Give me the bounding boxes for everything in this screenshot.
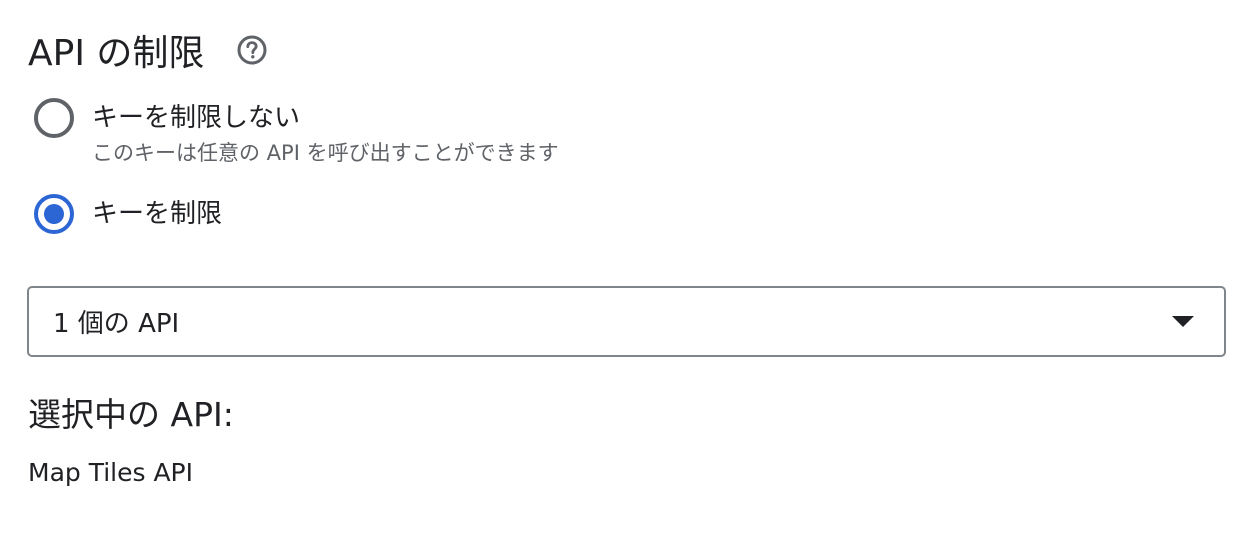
- radio-description-unrestricted: このキーは任意の API を呼び出すことができます: [92, 141, 559, 165]
- selected-api-item: Map Tiles API: [28, 458, 194, 487]
- api-restrictions-panel: API の制限 キーを制限しない このキーは任意の API を呼び出すことができ…: [0, 0, 1256, 546]
- radio-button-unrestricted[interactable]: [34, 98, 74, 138]
- section-header: API の制限: [28, 24, 268, 76]
- arrow-drop-down-icon: [1172, 316, 1194, 327]
- help-icon[interactable]: [236, 34, 268, 66]
- selected-apis-heading: 選択中の API:: [28, 395, 234, 434]
- radio-option-restrict[interactable]: キーを制限: [34, 194, 222, 234]
- api-select-value: 1 個の API: [53, 309, 180, 339]
- radio-option-unrestricted[interactable]: キーを制限しない このキーは任意の API を呼び出すことができます: [34, 98, 559, 168]
- radio-button-restrict[interactable]: [34, 194, 74, 234]
- radio-option-text: キーを制限しない このキーは任意の API を呼び出すことができます: [92, 98, 559, 168]
- api-select-dropdown[interactable]: 1 個の API: [27, 286, 1226, 357]
- radio-option-text: キーを制限: [92, 194, 222, 234]
- radio-selected-dot: [44, 204, 64, 224]
- radio-label-unrestricted: キーを制限しない: [92, 103, 301, 133]
- radio-label-restrict: キーを制限: [92, 199, 223, 229]
- section-title: API の制限: [28, 33, 205, 74]
